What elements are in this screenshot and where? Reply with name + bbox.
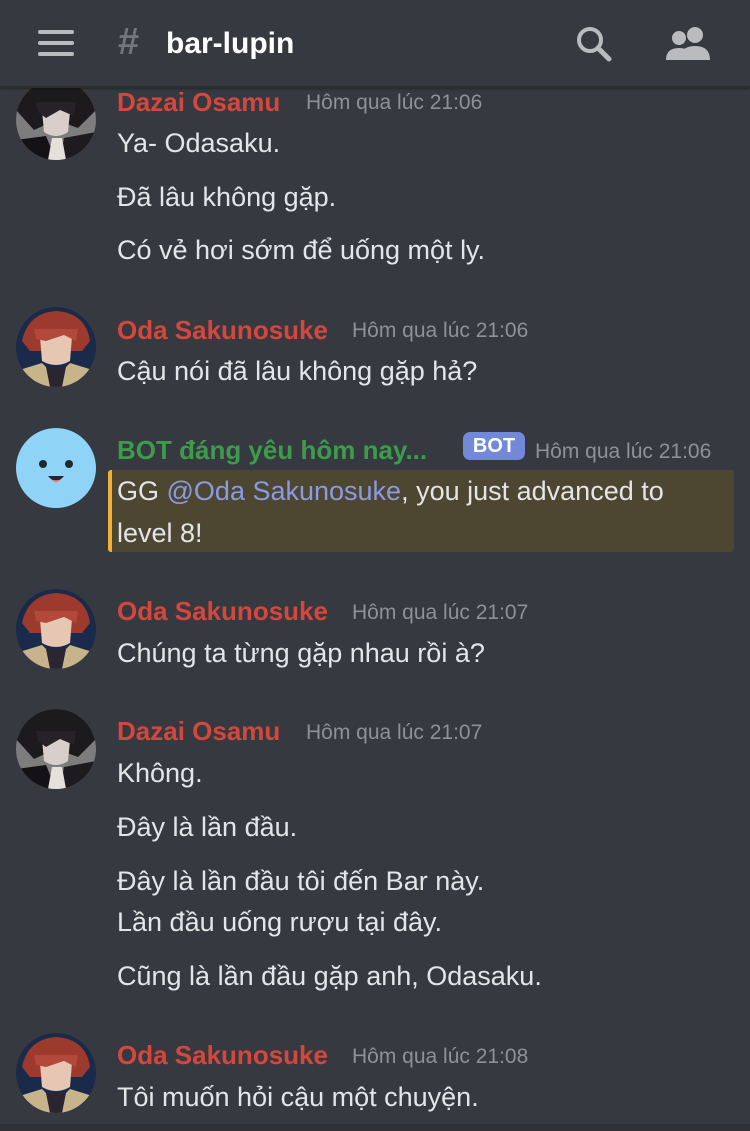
bot-badge: BOT [463,432,525,460]
message-author[interactable]: Oda Sakunosuke [117,314,328,346]
message-text: Chúng ta từng gặp nhau rồi à? [117,638,485,668]
message-text: level 8! [117,518,203,548]
message-timestamp: Hôm qua lúc 21:06 [306,91,483,114]
message-text: Đây là lần đầu. [117,812,298,842]
message-author[interactable]: Oda Sakunosuke [117,595,328,627]
message-timestamp: Hôm qua lúc 21:07 [306,721,483,744]
channel-name[interactable]: bar-lupin [166,25,294,63]
message-text: Không. [117,758,203,788]
message-text-part: GG [117,476,167,506]
channel-header: # bar-lupin [0,0,750,88]
bottom-edge [0,1124,750,1131]
members-icon[interactable] [664,24,714,64]
message-timestamp: Hôm qua lúc 21:07 [352,601,529,624]
message-author[interactable]: BOT đáng yêu hôm nay... [117,434,427,466]
message-author[interactable]: Dazai Osamu [117,86,280,118]
message-text: Đây là lần đầu tôi đến Bar này. [117,866,485,896]
message-author[interactable]: Oda Sakunosuke [117,1039,328,1071]
message-timestamp: Hôm qua lúc 21:08 [352,1045,529,1068]
user-mention[interactable]: @Oda Sakunosuke [167,476,402,506]
avatar-oda[interactable] [16,307,96,387]
hamburger-menu-icon[interactable] [38,30,74,56]
message-author[interactable]: Dazai Osamu [117,715,280,747]
avatar-bot[interactable] [16,428,96,508]
avatar-dazai[interactable] [16,80,96,160]
avatar-oda[interactable] [16,1033,96,1113]
message-text: Cậu nói đã lâu không gặp hả? [117,356,478,386]
message-text: GG @Oda Sakunosuke, you just advanced to [117,474,664,508]
avatar-oda[interactable] [16,589,96,669]
message-text: Ya- Odasaku. [117,128,281,158]
avatar-dazai[interactable] [16,709,96,789]
message-text: Đã lâu không gặp. [117,182,337,212]
message-text: Lần đầu uống rượu tại đây. [117,907,443,937]
channel-hash-icon: # [118,21,140,63]
message-timestamp: Hôm qua lúc 21:06 [352,319,529,342]
search-icon[interactable] [574,24,614,64]
message-list: Dazai Osamu Hôm qua lúc 21:06 Ya- Odasak… [0,0,750,1131]
message-text-part: , you just advanced to [401,476,664,506]
message-text: Có vẻ hơi sớm để uống một ly. [117,235,486,265]
message-text: Tôi muốn hỏi cậu một chuyện. [117,1082,479,1112]
message-timestamp: Hôm qua lúc 21:06 [535,440,712,463]
message-text: Cũng là lần đầu gặp anh, Odasaku. [117,961,542,991]
